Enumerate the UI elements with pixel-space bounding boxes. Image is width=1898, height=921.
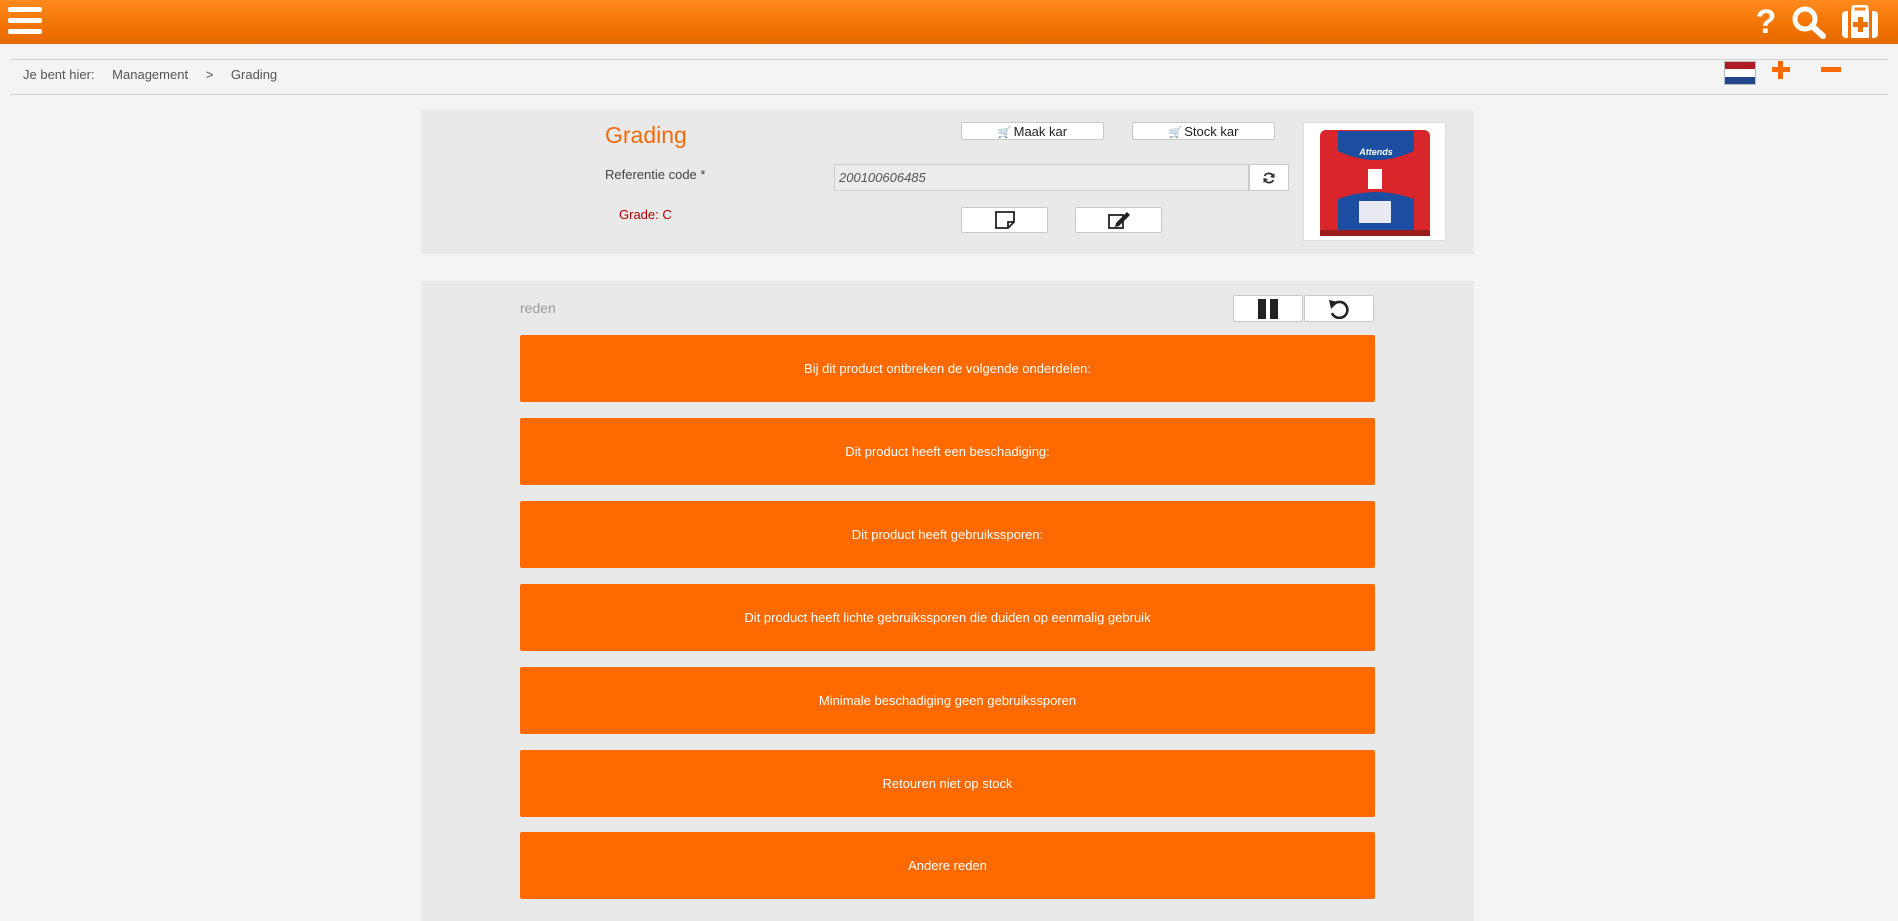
stock-kar-button[interactable]: 🛒 Stock kar: [1132, 122, 1275, 140]
reason-button-minimal-damage[interactable]: Minimale beschadiging geen gebruiksspore…: [520, 667, 1375, 734]
undo-icon: [1329, 299, 1349, 319]
refresh-button[interactable]: [1249, 164, 1289, 191]
ref-code-input[interactable]: [834, 164, 1249, 191]
undo-button[interactable]: [1304, 295, 1374, 322]
breadcrumb-item-management[interactable]: Management: [112, 67, 188, 82]
plus-icon[interactable]: [1768, 58, 1794, 84]
cart-icon: 🛒: [997, 127, 1012, 139]
breadcrumb-item-grading[interactable]: Grading: [231, 67, 277, 82]
reason-button-missing-parts[interactable]: Bij dit product ontbreken de volgende on…: [520, 335, 1375, 402]
stock-kar-label: Stock kar: [1184, 124, 1239, 139]
maak-kar-label: Maak kar: [1013, 124, 1068, 139]
minus-icon[interactable]: [1818, 58, 1844, 84]
nl-flag-icon[interactable]: [1724, 61, 1756, 85]
search-icon[interactable]: [1790, 5, 1828, 39]
ref-code-label: Referentie code *: [605, 167, 706, 182]
pause-button[interactable]: [1233, 295, 1303, 322]
hamburger-menu-icon[interactable]: [8, 7, 42, 37]
note-icon: [994, 211, 1015, 229]
reason-button-returns-not-stock[interactable]: Retouren niet op stock: [520, 750, 1375, 817]
reason-button-other[interactable]: Andere reden: [520, 832, 1375, 899]
reden-label: reden: [520, 300, 556, 316]
reason-button-light-usage[interactable]: Dit product heeft lichte gebruikssporen …: [520, 584, 1375, 651]
divider: [10, 94, 1888, 95]
breadcrumb: Je bent hier: Management > Grading: [23, 67, 291, 82]
edit-icon: [1107, 212, 1130, 229]
reason-button-usage-traces[interactable]: Dit product heeft gebruikssporen:: [520, 501, 1375, 568]
question-icon[interactable]: ?: [1752, 5, 1780, 39]
pause-icon: [1258, 298, 1278, 319]
breadcrumb-separator: >: [205, 67, 214, 82]
first-aid-kit-icon[interactable]: [1840, 4, 1880, 39]
edit-button[interactable]: [1075, 207, 1162, 233]
refresh-icon: [1263, 172, 1275, 183]
page-title: Grading: [605, 122, 687, 148]
product-image: Attends: [1303, 122, 1446, 241]
top-bar: [0, 0, 1898, 44]
breadcrumb-prefix: Je bent hier:: [23, 67, 95, 82]
divider: [10, 59, 1888, 60]
grade-text: Grade: C: [619, 207, 672, 222]
reason-button-damage[interactable]: Dit product heeft een beschadiging:: [520, 418, 1375, 485]
product-brand: Attends: [1358, 147, 1393, 157]
maak-kar-button[interactable]: 🛒 Maak kar: [961, 122, 1104, 140]
cart-icon: 🛒: [1168, 127, 1183, 139]
note-button[interactable]: [961, 207, 1048, 233]
